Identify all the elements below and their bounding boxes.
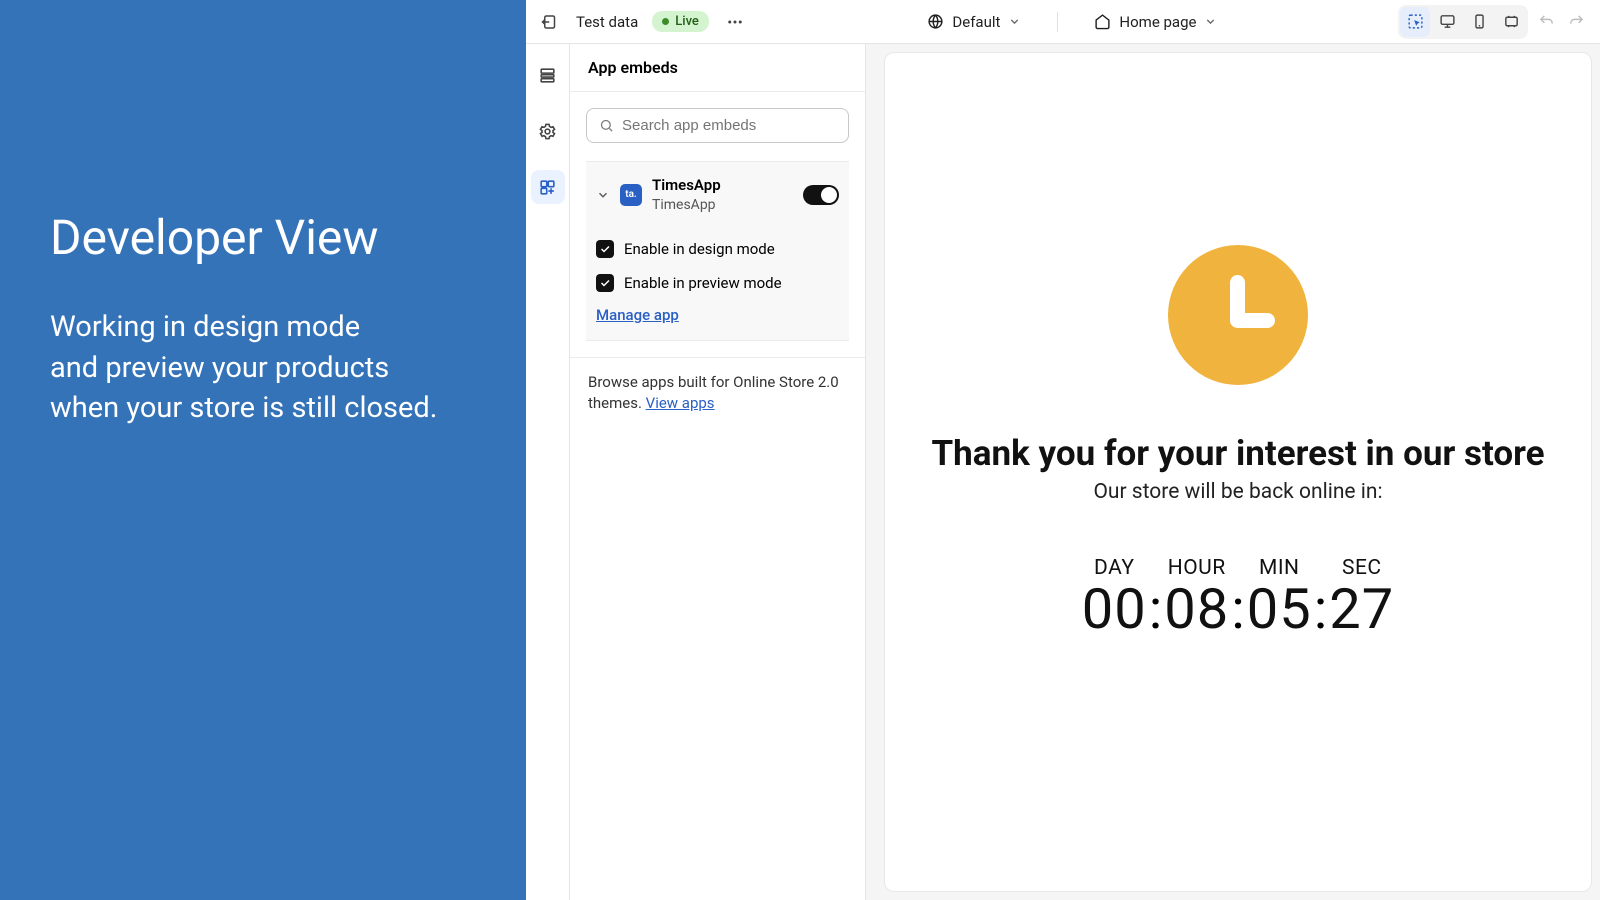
store-preview: Thank you for your interest in our store… bbox=[884, 52, 1592, 892]
app-embeds-panel: App embeds ta. TimesApp bbox=[570, 44, 866, 900]
preview-area: Thank you for your interest in our store… bbox=[866, 44, 1600, 900]
app-subtitle: TimesApp bbox=[652, 196, 793, 214]
option-label: Enable in design mode bbox=[624, 240, 775, 258]
sections-icon[interactable] bbox=[531, 58, 565, 92]
undo-icon[interactable] bbox=[1534, 10, 1558, 34]
chevron-down-icon bbox=[1008, 15, 1021, 28]
panel-title: App embeds bbox=[570, 44, 865, 92]
option-label: Enable in preview mode bbox=[624, 274, 782, 292]
manage-app-link[interactable]: Manage app bbox=[596, 306, 679, 324]
app-logo-icon: ta. bbox=[620, 184, 642, 206]
divider bbox=[1057, 12, 1058, 32]
unit-value: 08 bbox=[1164, 580, 1229, 639]
viewport-switcher bbox=[1398, 5, 1528, 39]
app-embeds-icon[interactable] bbox=[531, 170, 565, 204]
template-selector[interactable]: Default bbox=[927, 12, 1021, 32]
unit-value: 05 bbox=[1247, 580, 1312, 639]
exit-icon[interactable] bbox=[538, 10, 562, 34]
promo-sidebar: Developer View Working in design mode an… bbox=[0, 0, 526, 900]
live-badge: Live bbox=[652, 11, 709, 32]
clock-icon bbox=[1168, 245, 1308, 385]
preview-headline: Thank you for your interest in our store bbox=[932, 433, 1545, 474]
topbar: Test data Live Default bbox=[526, 0, 1600, 44]
checkbox-preview-mode[interactable] bbox=[596, 274, 614, 292]
app-name: TimesApp bbox=[652, 176, 793, 196]
promo-title: Developer View bbox=[50, 210, 476, 265]
settings-icon[interactable] bbox=[531, 114, 565, 148]
search-input[interactable] bbox=[586, 108, 849, 143]
countdown-timer: DAY 00 : HOUR 08 : MIN 05 : bbox=[1082, 556, 1395, 639]
navigation-rail bbox=[526, 44, 570, 900]
search-field[interactable] bbox=[622, 117, 836, 134]
redo-icon[interactable] bbox=[1564, 10, 1588, 34]
collapse-icon[interactable] bbox=[596, 188, 610, 202]
status-dot-icon bbox=[662, 18, 669, 25]
desktop-icon[interactable] bbox=[1432, 7, 1462, 37]
more-icon[interactable] bbox=[723, 10, 747, 34]
unit-value: 27 bbox=[1329, 580, 1394, 639]
view-apps-link[interactable]: View apps bbox=[646, 394, 715, 412]
app-toggle[interactable] bbox=[803, 185, 839, 205]
page-selector[interactable]: Home page bbox=[1094, 12, 1217, 32]
mobile-icon[interactable] bbox=[1464, 7, 1494, 37]
app-embed-item: ta. TimesApp TimesApp bbox=[586, 161, 849, 341]
test-data-label: Test data bbox=[576, 13, 638, 31]
unit-value: 00 bbox=[1082, 580, 1147, 639]
search-icon bbox=[599, 118, 614, 133]
promo-text: Working in design mode and preview your … bbox=[50, 307, 476, 429]
chevron-down-icon bbox=[1204, 15, 1217, 28]
browse-hint: Browse apps built for Online Store 2.0 t… bbox=[570, 357, 865, 430]
checkbox-design-mode[interactable] bbox=[596, 240, 614, 258]
preview-subline: Our store will be back online in: bbox=[1093, 480, 1382, 504]
editor-main: Test data Live Default bbox=[526, 0, 1600, 900]
fullscreen-icon[interactable] bbox=[1496, 7, 1526, 37]
inspect-icon[interactable] bbox=[1400, 7, 1430, 37]
